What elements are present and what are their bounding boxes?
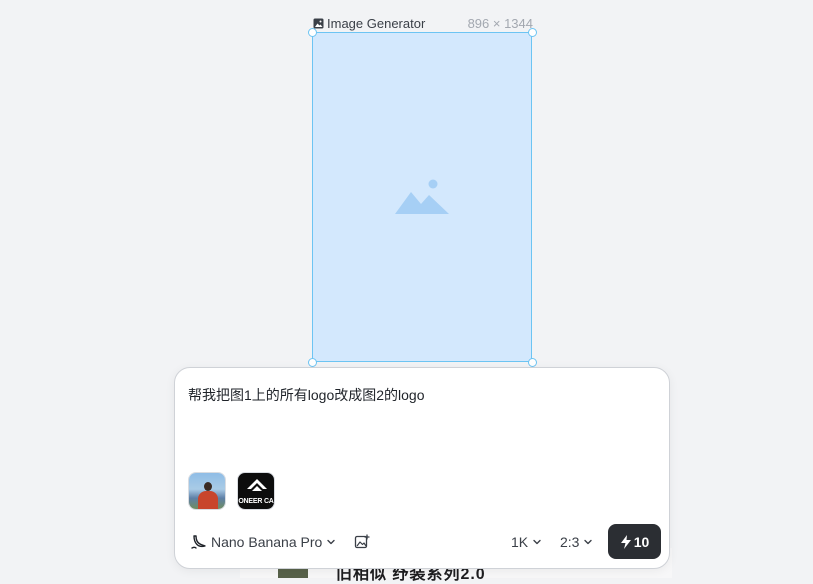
logo-text: ONEER CA <box>238 498 274 505</box>
lightning-icon <box>620 534 631 549</box>
frame-dimensions: 896 × 1344 <box>467 15 533 31</box>
reference-image-1[interactable] <box>188 472 226 510</box>
reference-photo-head <box>204 482 212 491</box>
add-image-button[interactable] <box>354 532 370 552</box>
model-select[interactable]: Nano Banana Pro <box>191 532 336 552</box>
reference-image-2[interactable]: ONEER CA <box>237 472 275 510</box>
reference-photo-person <box>198 491 218 509</box>
resolution-select[interactable]: 1K <box>511 532 542 552</box>
resize-handle-bottom-right[interactable] <box>527 357 537 367</box>
image-generator-frame[interactable] <box>312 32 532 362</box>
generate-button[interactable]: 10 <box>608 524 661 559</box>
resize-handle-top-right[interactable] <box>527 27 537 37</box>
mountain-image-icon <box>395 179 449 214</box>
add-image-icon <box>354 534 370 549</box>
frame-title[interactable]: Image Generator <box>313 16 425 31</box>
banana-icon <box>191 535 206 549</box>
image-icon <box>313 18 324 28</box>
resize-handle-bottom-left[interactable] <box>307 357 317 367</box>
frame-label: Image Generator 896 × 1344 <box>313 15 533 31</box>
chevron-down-icon <box>584 539 593 545</box>
prompt-panel: 帮我把图1上的所有logo改成图2的logo ONEER CA Nano Ban… <box>174 367 670 569</box>
chevron-down-icon <box>533 539 541 545</box>
resize-handle-top-left[interactable] <box>307 27 317 37</box>
aspect-ratio-select[interactable]: 2:3 <box>560 532 593 552</box>
generate-cost: 10 <box>633 533 650 550</box>
model-select-label: Nano Banana Pro <box>211 534 323 550</box>
logo-mark-icon <box>247 479 267 491</box>
prompt-input[interactable]: 帮我把图1上的所有logo改成图2的logo <box>188 385 425 405</box>
aspect-ratio-label: 2:3 <box>560 534 580 550</box>
frame-title-text: Image Generator <box>327 15 426 31</box>
resolution-label: 1K <box>511 534 529 550</box>
chevron-down-icon <box>327 539 336 545</box>
